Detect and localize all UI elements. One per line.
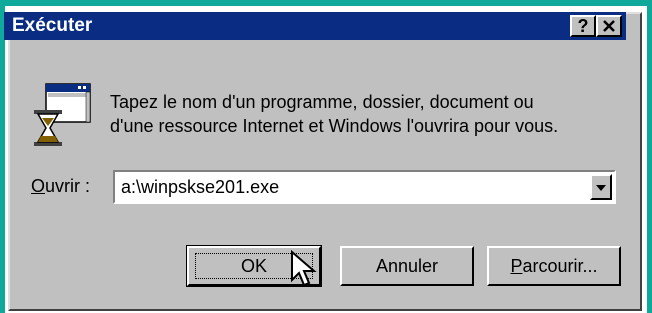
browse-label-mnemonic: P	[510, 256, 523, 276]
mouse-pointer-icon	[291, 250, 317, 287]
cancel-label: Annuler	[375, 256, 439, 276]
close-icon	[603, 20, 615, 32]
frame-top-border	[0, 0, 652, 6]
title-bar[interactable]: Exécuter ?	[4, 12, 626, 40]
window-title: Exécuter	[12, 15, 93, 36]
dropdown-button[interactable]	[590, 174, 612, 200]
description-line-2: d'une ressource Internet et Windows l'ou…	[110, 116, 559, 136]
close-button[interactable]	[596, 15, 622, 37]
description-line-1: Tapez le nom d'un programme, dossier, do…	[110, 92, 534, 112]
browse-label-rest: arcourir...	[522, 256, 598, 276]
browse-button[interactable]: Parcourir...	[487, 246, 621, 286]
open-combobox[interactable]: a:\winpskse201.exe	[113, 170, 616, 204]
open-label-rest: uvrir :	[45, 176, 91, 196]
open-input[interactable]: a:\winpskse201.exe	[121, 177, 279, 198]
frame-left-border	[0, 0, 5, 313]
open-label-mnemonic: O	[31, 176, 46, 196]
open-field-label: Ouvrir :	[31, 176, 90, 197]
description-text: Tapez le nom d'un programme, dossier, do…	[110, 90, 610, 138]
run-program-icon	[34, 83, 91, 146]
frame-right-border	[647, 0, 652, 313]
chevron-down-icon	[596, 185, 606, 191]
cancel-button[interactable]: Annuler	[340, 246, 474, 286]
help-button[interactable]: ?	[570, 15, 596, 37]
